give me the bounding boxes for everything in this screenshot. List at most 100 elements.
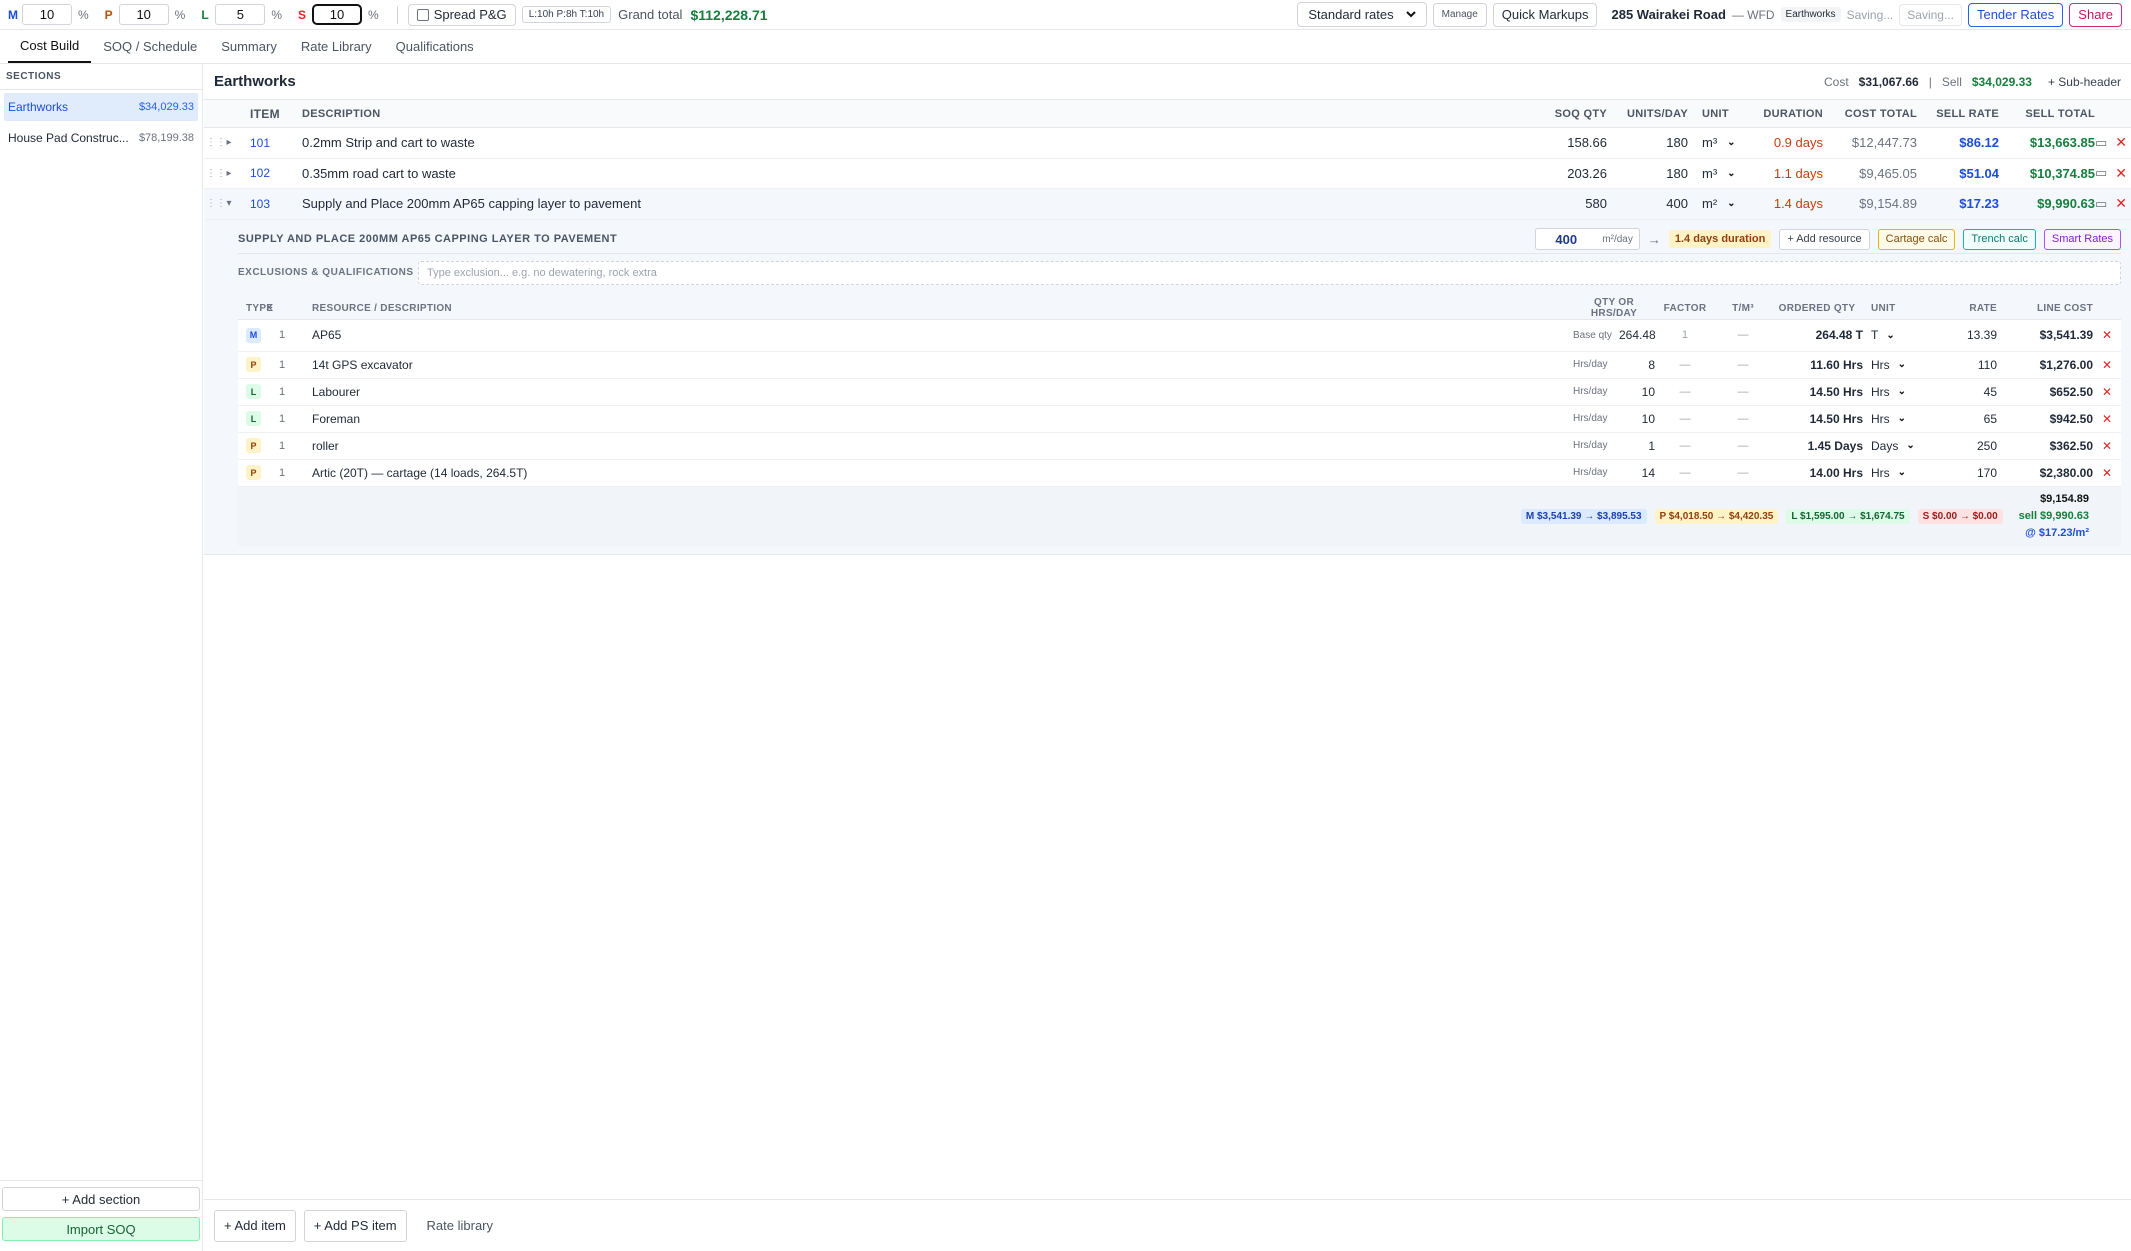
item-unit-select[interactable]: m² ⌄ [1688,196,1744,211]
item-soq-qty[interactable]: 580 [1527,196,1607,211]
delete-resource-icon[interactable]: ✕ [2093,358,2121,372]
table-row[interactable]: ⋮⋮ ▾ 103 Supply and Place 200mm AP65 cap… [204,189,2131,220]
sidebar-item-earthworks[interactable]: Earthworks $34,029.33 [4,93,198,121]
resource-row[interactable]: P 1 roller Hrs/day 1 — — 1.45 Days Days ⌄… [238,432,2121,460]
qty-mode-label[interactable]: Hrs/day [1573,359,1619,370]
resource-unit-select[interactable]: Days ⌄ [1863,439,1927,453]
trench-calc-button[interactable]: Trench calc [1963,228,2036,250]
rate-library-link[interactable]: Rate library [427,1218,493,1233]
spread-pg-toggle[interactable]: Spread P&G [407,3,516,26]
expand-toggle-icon[interactable]: ▸ [220,168,238,179]
item-description[interactable]: Supply and Place 200mm AP65 capping laye… [302,196,1527,211]
resource-tm3[interactable]: — [1715,386,1771,398]
resource-multiplier[interactable]: 1 [272,440,292,452]
delete-row-icon[interactable]: ✕ [2115,134,2127,151]
resource-multiplier[interactable]: 1 [272,467,292,479]
delete-resource-icon[interactable]: ✕ [2093,328,2121,342]
resource-row[interactable]: L 1 Foreman Hrs/day 10 — — 14.50 Hrs Hrs… [238,405,2121,433]
comment-icon[interactable]: ▭ [2095,165,2107,181]
resource-rate[interactable]: 250 [1927,439,1997,453]
resource-factor[interactable]: — [1655,386,1715,398]
exclusion-input[interactable]: Type exclusion... e.g. no dewatering, ro… [418,260,2121,285]
resource-description[interactable]: 14t GPS excavator [312,358,1573,372]
resource-multiplier[interactable]: 1 [272,329,292,341]
markup-p-input[interactable] [118,4,169,25]
resource-unit-select[interactable]: T ⌄ [1863,328,1927,342]
tab-qualifications[interactable]: Qualifications [384,30,486,63]
resource-description[interactable]: roller [312,439,1573,453]
share-button[interactable]: Share [2069,2,2122,27]
smart-rates-button[interactable]: Smart Rates [2043,228,2121,250]
expand-toggle-icon[interactable]: ▾ [220,198,238,209]
markup-l-input[interactable] [215,4,266,25]
qty-mode-label[interactable]: Base qty [1573,330,1619,341]
resource-tm3[interactable]: — [1715,329,1771,341]
resource-qty[interactable]: 264.48 [1619,328,1656,342]
expand-toggle-icon[interactable]: ▸ [220,137,238,148]
item-description[interactable]: 0.35mm road cart to waste [302,166,1527,181]
resource-factor[interactable]: — [1655,467,1715,479]
table-row[interactable]: ⋮⋮ ▸ 102 0.35mm road cart to waste 203.2… [204,159,2131,189]
resource-rate[interactable]: 65 [1927,412,1997,426]
add-ps-item-button[interactable]: + Add PS item [303,1209,407,1242]
delete-resource-icon[interactable]: ✕ [2093,412,2121,426]
resource-rate[interactable]: 170 [1927,466,1997,480]
add-item-button[interactable]: + Add item [214,1209,296,1242]
item-description[interactable]: 0.2mm Strip and cart to waste [302,135,1527,150]
markup-s-input[interactable] [312,4,363,25]
qty-mode-label[interactable]: Hrs/day [1573,467,1619,478]
production-rate-input[interactable]: 400 m²/day [1535,228,1640,250]
qty-mode-label[interactable]: Hrs/day [1573,386,1619,397]
add-subheader-button[interactable]: + Sub-header [2048,75,2121,89]
resource-factor[interactable]: — [1655,440,1715,452]
item-soq-qty[interactable]: 158.66 [1527,135,1607,150]
resource-factor[interactable]: — [1655,359,1715,371]
tab-summary[interactable]: Summary [209,30,289,63]
item-soq-qty[interactable]: 203.26 [1527,166,1607,181]
item-units-day[interactable]: 180 [1607,166,1688,181]
delete-row-icon[interactable]: ✕ [2115,165,2127,182]
drag-handle-icon[interactable]: ⋮⋮ [206,137,226,148]
resource-qty[interactable]: 10 [1619,412,1655,426]
resource-qty[interactable]: 8 [1619,358,1655,372]
resource-row[interactable]: L 1 Labourer Hrs/day 10 — — 14.50 Hrs Hr… [238,378,2121,406]
delete-row-icon[interactable]: ✕ [2115,195,2127,212]
manage-button[interactable]: Manage [1432,2,1487,27]
resource-factor[interactable]: 1 [1655,329,1715,341]
item-unit-select[interactable]: m³ ⌄ [1688,135,1744,150]
delete-resource-icon[interactable]: ✕ [2093,385,2121,399]
markup-m-input[interactable] [22,4,72,25]
item-unit-select[interactable]: m³ ⌄ [1688,166,1744,181]
tab-rate-library[interactable]: Rate Library [289,30,384,63]
saving-button[interactable]: Saving... [1899,3,1962,26]
resource-rate[interactable]: 13.39 [1927,328,1997,342]
tender-rates-button[interactable]: Tender Rates [1967,2,2064,27]
checkbox-icon[interactable] [416,8,429,21]
resource-row[interactable]: P 1 14t GPS excavator Hrs/day 8 — — 11.6… [238,351,2121,379]
resource-row[interactable]: P 1 Artic (20T) — cartage (14 loads, 264… [238,459,2121,487]
drag-handle-icon[interactable]: ⋮⋮ [206,168,226,179]
table-row[interactable]: ⋮⋮ ▸ 101 0.2mm Strip and cart to waste 1… [204,128,2131,159]
production-rate-value[interactable]: 400 [1536,232,1596,247]
resource-multiplier[interactable]: 1 [272,413,292,425]
comment-icon[interactable]: ▭ [2095,196,2107,212]
qty-mode-label[interactable]: Hrs/day [1573,440,1619,451]
resource-description[interactable]: Foreman [312,412,1573,426]
delete-resource-icon[interactable]: ✕ [2093,439,2121,453]
resource-multiplier[interactable]: 1 [272,386,292,398]
resource-multiplier[interactable]: 1 [272,359,292,371]
resource-description[interactable]: Artic (20T) — cartage (14 loads, 264.5T) [312,466,1573,480]
resource-tm3[interactable]: — [1715,440,1771,452]
resource-qty[interactable]: 14 [1619,466,1655,480]
resource-description[interactable]: Labourer [312,385,1573,399]
resource-unit-select[interactable]: Hrs ⌄ [1863,412,1927,426]
hours-pill[interactable]: L:10h P:8h T:10h [521,6,612,23]
item-units-day[interactable]: 400 [1607,196,1688,211]
cartage-calc-button[interactable]: Cartage calc [1877,228,1956,250]
tab-soq-schedule[interactable]: SOQ / Schedule [91,30,209,63]
resource-tm3[interactable]: — [1715,467,1771,479]
resource-rate[interactable]: 110 [1927,358,1997,372]
qty-mode-label[interactable]: Hrs/day [1573,413,1619,424]
resource-row[interactable]: M 1 AP65 Base qty 264.48 1 — 264.48 T T ⌄… [238,319,2121,352]
tab-cost-build[interactable]: Cost Build [8,30,92,63]
